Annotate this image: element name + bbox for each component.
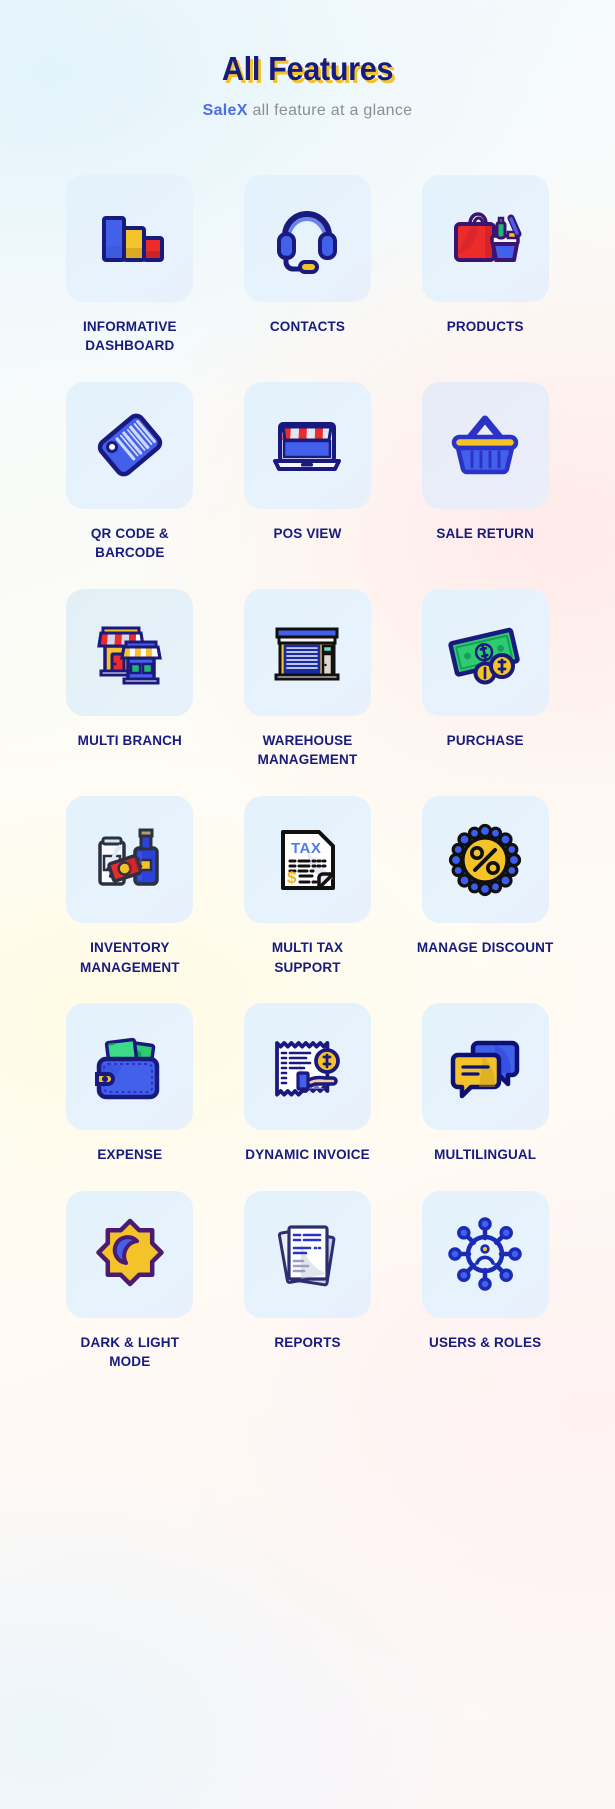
- feature-label: USERS & ROLES: [429, 1334, 542, 1350]
- bar-chart-icon: [101, 216, 164, 263]
- svg-text:TAX: TAX: [291, 840, 321, 857]
- feature-label: WAREHOUSE MANAGEMENT: [257, 732, 358, 768]
- feature-icon-card[interactable]: [243, 174, 371, 302]
- feature-item-dark-light-mode[interactable]: DARK & LIGHT MODE: [60, 1190, 200, 1372]
- feature-item-manage-discount[interactable]: MANAGE DISCOUNT: [415, 796, 555, 977]
- feature-icon-card[interactable]: [421, 381, 549, 509]
- feature-icon-card[interactable]: [66, 796, 194, 924]
- feature-icon-card[interactable]: [243, 381, 371, 509]
- feature-icon-card[interactable]: [243, 1003, 371, 1131]
- headset-icon: [277, 211, 338, 275]
- feature-item-sale-return[interactable]: SALE RETURN: [415, 381, 555, 563]
- feature-label: MULTI BRANCH: [77, 732, 182, 748]
- warehouse-icon: [274, 627, 340, 681]
- feature-item-expense[interactable]: EXPENSE: [60, 1003, 200, 1165]
- shopping-basket-icon: [451, 415, 519, 475]
- feature-label: DYNAMIC INVOICE: [245, 1147, 370, 1163]
- feature-item-pos-view[interactable]: POS VIEW: [238, 381, 378, 563]
- users-roles-icon: [448, 1217, 522, 1291]
- feature-label: INFORMATIVE DASHBOARD: [83, 318, 177, 354]
- feature-item-purchase[interactable]: PURCHASE: [415, 588, 555, 770]
- feature-label: PURCHASE: [446, 732, 524, 748]
- feature-item-multi-branch[interactable]: MULTI BRANCH: [60, 588, 200, 770]
- page-title: All Features: [221, 50, 394, 87]
- speech-bubbles-icon: [450, 1040, 520, 1098]
- feature-icon-card[interactable]: [421, 174, 549, 302]
- sun-moon-icon: [96, 1218, 164, 1287]
- feature-label: MULTILINGUAL: [434, 1147, 537, 1163]
- shopping-bag-basket-icon: [454, 212, 522, 263]
- feature-icon-card[interactable]: [243, 588, 371, 716]
- grocery-items-icon: [98, 828, 159, 886]
- subtitle-text: all feature at a glance: [252, 101, 413, 119]
- feature-icon-card[interactable]: [66, 174, 194, 302]
- feature-item-qr-code-barcode[interactable]: QR CODE & BARCODE: [60, 381, 200, 563]
- feature-label: CONTACTS: [269, 318, 346, 334]
- invoice-hand-coin-icon: [275, 1040, 341, 1097]
- features-grid: INFORMATIVE DASHBOARD CONTACTS PRODUCTS …: [60, 120, 555, 1372]
- feature-item-warehouse-management[interactable]: WAREHOUSE MANAGEMENT: [238, 588, 378, 770]
- feature-item-multilingual[interactable]: MULTILINGUAL: [415, 1003, 555, 1165]
- percent-badge-icon: [449, 823, 522, 896]
- page-subtitle: SaleX all feature at a glance: [0, 102, 615, 120]
- wallet-icon: [94, 1037, 160, 1099]
- feature-item-reports[interactable]: REPORTS: [238, 1190, 378, 1372]
- feature-item-users-roles[interactable]: USERS & ROLES: [415, 1190, 555, 1372]
- page-header: All Features SaleX all feature at a glan…: [0, 0, 615, 120]
- barcode-tag-icon: [97, 413, 162, 477]
- feature-item-contacts[interactable]: CONTACTS: [238, 174, 378, 356]
- feature-icon-card[interactable]: [421, 588, 549, 716]
- feature-label: INVENTORY MANAGEMENT: [79, 940, 180, 975]
- feature-item-informative-dashboard[interactable]: INFORMATIVE DASHBOARD: [60, 174, 200, 356]
- feature-icon-card[interactable]: [66, 588, 194, 716]
- feature-label: QR CODE & BARCODE: [90, 525, 169, 561]
- feature-label: PRODUCTS: [446, 318, 524, 334]
- feature-label: MULTI TAX SUPPORT: [271, 940, 344, 975]
- brand-name: SaleX: [202, 101, 248, 119]
- feature-item-inventory-management[interactable]: INVENTORY MANAGEMENT: [60, 796, 200, 977]
- feature-item-dynamic-invoice[interactable]: DYNAMIC INVOICE: [238, 1003, 378, 1165]
- feature-item-multi-tax-support[interactable]: TAX $ MULTI TAX SUPPORT: [238, 796, 378, 977]
- documents-stack-icon: [278, 1225, 336, 1287]
- feature-label: SALE RETURN: [436, 525, 534, 541]
- feature-label: EXPENSE: [97, 1147, 163, 1163]
- feature-icon-card[interactable]: [66, 1190, 194, 1318]
- feature-icon-card[interactable]: [421, 1003, 549, 1131]
- feature-icon-card[interactable]: [421, 796, 549, 924]
- feature-icon-card[interactable]: [66, 381, 194, 509]
- svg-text:$: $: [287, 868, 297, 887]
- feature-label: POS VIEW: [273, 525, 342, 541]
- feature-label: REPORTS: [274, 1334, 341, 1350]
- feature-icon-card[interactable]: [243, 1190, 371, 1318]
- feature-icon-card[interactable]: [421, 1190, 549, 1318]
- two-shops-icon: [97, 626, 162, 685]
- feature-item-products[interactable]: PRODUCTS: [415, 174, 555, 356]
- feature-icon-card[interactable]: TAX $: [243, 796, 371, 924]
- tax-document-icon: TAX $: [281, 829, 336, 890]
- features-page: All Features SaleX all feature at a glan…: [0, 0, 615, 1809]
- laptop-storefront-icon: [273, 422, 342, 472]
- feature-label: MANAGE DISCOUNT: [416, 940, 554, 956]
- feature-icon-card[interactable]: [66, 1003, 194, 1131]
- banknote-coins-icon: [448, 628, 520, 685]
- feature-label: DARK & LIGHT MODE: [80, 1334, 180, 1370]
